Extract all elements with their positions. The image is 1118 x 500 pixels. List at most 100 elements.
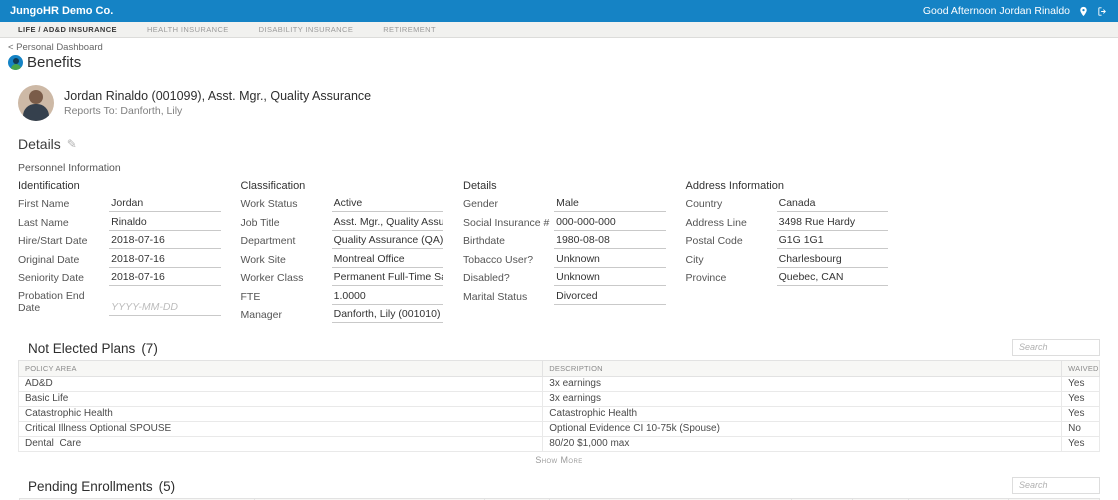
table-cell: Yes: [1062, 406, 1100, 421]
pending-search-input[interactable]: [1012, 477, 1100, 494]
pending-count: (5): [159, 479, 176, 494]
show-more-link[interactable]: Show More: [0, 455, 1118, 465]
form-field: ProvinceQuebec, CAN: [686, 271, 889, 286]
form-field-value[interactable]: Unknown: [554, 271, 665, 286]
form-field: Original Date2018-07-16: [18, 253, 221, 268]
table-row[interactable]: AD&D3x earningsYes: [19, 376, 1100, 391]
details-heading-row: Details ✎: [18, 136, 1118, 152]
table-row[interactable]: Catastrophic HealthCatastrophic HealthYe…: [19, 406, 1100, 421]
greeting-text: Good Afternoon Jordan Rinaldo: [923, 5, 1070, 17]
form-field-label: Province: [686, 272, 777, 286]
form-field-label: Probation End Date: [18, 290, 109, 316]
form-column-heading: Identification: [18, 180, 221, 192]
form-field-value[interactable]: Unknown: [554, 253, 665, 268]
pending-title: Pending Enrollments(5): [18, 479, 175, 494]
form-field-value[interactable]: 2018-07-16: [109, 253, 220, 268]
form-field-value[interactable]: 3498 Rue Hardy: [777, 216, 888, 231]
not-elected-title: Not Elected Plans(7): [18, 341, 158, 356]
table-header-cell: Description: [543, 360, 1062, 376]
form-field-value[interactable]: Quality Assurance (QA): [332, 234, 443, 249]
form-field-label: Gender: [463, 198, 554, 212]
form-field-label: Social Insurance #: [463, 217, 554, 231]
form-field-value[interactable]: 000-000-000: [554, 216, 665, 231]
form-field-value[interactable]: Charlesbourg: [777, 253, 888, 268]
form-field-value[interactable]: Male: [554, 197, 665, 212]
form-field: ManagerDanforth, Lily (001010): [241, 308, 444, 323]
form-field: Probation End DateYYYY-MM-DD: [18, 290, 221, 316]
employee-name: Jordan Rinaldo (001099), Asst. Mgr., Qua…: [64, 89, 371, 103]
form-field: Work SiteMontreal Office: [241, 253, 444, 268]
tab-disability-insurance[interactable]: DISABILITY INSURANCE: [259, 25, 354, 34]
form-field-label: Marital Status: [463, 291, 554, 305]
tab-retirement[interactable]: RETIREMENT: [383, 25, 436, 34]
form-field-value[interactable]: YYYY-MM-DD: [109, 301, 220, 316]
form-field-value[interactable]: Danforth, Lily (001010): [332, 308, 443, 323]
form-field: Seniority Date2018-07-16: [18, 271, 221, 286]
breadcrumb-personal-dashboard[interactable]: < Personal Dashboard: [8, 42, 103, 53]
form-field-value[interactable]: Quebec, CAN: [777, 271, 888, 286]
form-field-value[interactable]: Jordan: [109, 197, 220, 212]
form-field-value[interactable]: 2018-07-16: [109, 271, 220, 286]
table-header-cell: Waived: [1062, 360, 1100, 376]
form-field: Work StatusActive: [241, 197, 444, 212]
company-title: JungoHR Demo Co.: [10, 5, 113, 17]
form-field-value[interactable]: 2018-07-16: [109, 234, 220, 249]
pending-header-row: Pending Enrollments(5): [0, 477, 1118, 494]
form-field-label: Hire/Start Date: [18, 235, 109, 249]
table-cell: Catastrophic Health: [19, 406, 543, 421]
form-field-label: Manager: [241, 309, 332, 323]
form-column: Address InformationCountryCanadaAddress …: [686, 180, 889, 327]
form-field-value[interactable]: Rinaldo: [109, 216, 220, 231]
form-field: Postal CodeG1G 1G1: [686, 234, 889, 249]
form-field-label: Worker Class: [241, 272, 332, 286]
form-field: Last NameRinaldo: [18, 216, 221, 231]
form-field-value[interactable]: 1.0000: [332, 290, 443, 305]
form-field-label: Job Title: [241, 217, 332, 231]
form-field: Marital StatusDivorced: [463, 290, 666, 305]
table-header-row: Policy AreaDescriptionWaived: [19, 360, 1100, 376]
form-field-value[interactable]: 1980-08-08: [554, 234, 665, 249]
table-cell: Yes: [1062, 391, 1100, 406]
form-field-label: Department: [241, 235, 332, 249]
table-row[interactable]: Dental Care80/20 $1,000 maxYes: [19, 436, 1100, 451]
form-field-label: Work Status: [241, 198, 332, 212]
form-field: CityCharlesbourg: [686, 253, 889, 268]
logout-icon[interactable]: [1097, 6, 1108, 17]
form-field-value[interactable]: Divorced: [554, 290, 665, 305]
benefits-icon: [8, 55, 23, 70]
form-field-value[interactable]: Active: [332, 197, 443, 212]
form-field-value[interactable]: Permanent Full-Time Salary (WEFS): [332, 271, 443, 286]
form-field-label: Seniority Date: [18, 272, 109, 286]
form-field-value[interactable]: Asst. Mgr., Quality Assurance: [332, 216, 443, 231]
table-cell: Basic Life: [19, 391, 543, 406]
location-pin-icon[interactable]: [1078, 6, 1089, 17]
form-field: Birthdate1980-08-08: [463, 234, 666, 249]
tab-health-insurance[interactable]: HEALTH INSURANCE: [147, 25, 229, 34]
form-field-value[interactable]: Canada: [777, 197, 888, 212]
table-cell: Optional Evidence CI 10-75k (Spouse): [543, 421, 1062, 436]
form-field-value[interactable]: G1G 1G1: [777, 234, 888, 249]
table-row[interactable]: Critical Illness Optional SPOUSEOptional…: [19, 421, 1100, 436]
tab-life-ad-d-insurance[interactable]: LIFE / AD&D INSURANCE: [18, 25, 117, 34]
edit-pencil-icon[interactable]: ✎: [67, 137, 77, 151]
form-field: FTE1.0000: [241, 290, 444, 305]
form-column: ClassificationWork StatusActiveJob Title…: [241, 180, 444, 327]
form-field-label: Address Line: [686, 217, 777, 231]
form-field-value[interactable]: Montreal Office: [332, 253, 443, 268]
form-field: Worker ClassPermanent Full-Time Salary (…: [241, 271, 444, 286]
table-cell: AD&D: [19, 376, 543, 391]
form-column-heading: Address Information: [686, 180, 889, 192]
form-field: First NameJordan: [18, 197, 221, 212]
form-column-heading: Classification: [241, 180, 444, 192]
form-field-label: Last Name: [18, 217, 109, 231]
personnel-form-grid: Identification First NameJordan Last NameR…: [0, 180, 888, 327]
not-elected-header-row: Not Elected Plans(7): [0, 339, 1118, 356]
table-row[interactable]: Basic Life3x earningsYes: [19, 391, 1100, 406]
form-field-label: FTE: [241, 291, 332, 305]
table-cell: 80/20 $1,000 max: [543, 436, 1062, 451]
not-elected-search-input[interactable]: [1012, 339, 1100, 356]
table-header-cell: Policy Area: [19, 360, 543, 376]
insurance-tab-bar: LIFE / AD&D INSURANCE HEALTH INSURANCE DIS…: [0, 22, 1118, 38]
form-field-label: Original Date: [18, 254, 109, 268]
form-field-label: City: [686, 254, 777, 268]
